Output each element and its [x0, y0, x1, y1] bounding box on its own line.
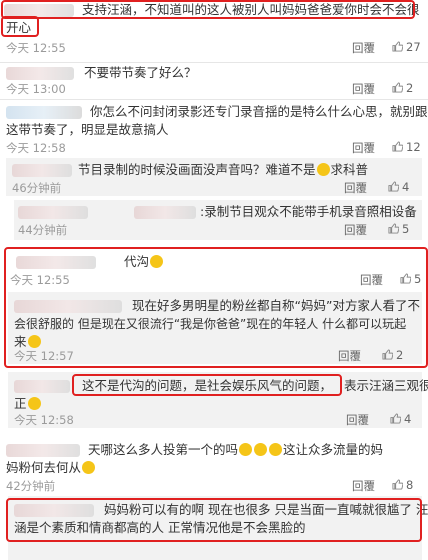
emoji-icon	[82, 461, 96, 474]
thumbs-up-icon	[392, 479, 403, 490]
like-button[interactable]: 5	[388, 222, 409, 236]
reply-button[interactable]: 回覆	[346, 412, 369, 428]
reply-button[interactable]: 回覆	[344, 180, 367, 196]
reply-button[interactable]: 回覆	[352, 140, 375, 156]
blurred-username	[6, 444, 80, 457]
highlight-box	[72, 374, 342, 396]
comment-text: 表示汪涵三观很	[344, 378, 428, 393]
like-button[interactable]: 8	[392, 478, 413, 492]
comment-3: 你怎么不问封闭录影还专门录音揺的是特么什么心思，就别跟 这带节奏了，明显是故意搞…	[0, 100, 428, 156]
highlight-box	[6, 498, 422, 542]
timestamp: 今天 12:55	[6, 41, 66, 55]
emoji-icon	[254, 443, 268, 456]
highlight-box	[1, 0, 415, 19]
reply-button[interactable]: 回覆	[352, 478, 375, 494]
comment-1: 支持汪涵，不知道叫的这人被别人叫妈妈爸爸爱你时会不会很 开心 今天 12:55 …	[0, 0, 428, 62]
thumbs-up-icon	[388, 181, 399, 192]
like-button[interactable]: 12	[392, 140, 421, 154]
comment-text: :录制节目观众不能带手机录音照相设备	[200, 204, 417, 219]
blurred-username	[134, 206, 196, 219]
thumbs-up-icon	[392, 41, 403, 52]
nested-reply-1: 节目录制的时候没画面没声音吗？难道不是 求科普 46分钟前 回覆 4	[6, 158, 422, 196]
highlight-box	[4, 247, 428, 368]
comment-9: 天哪这么多人投第一个的吗 这让众多流量的妈 妈粉何去何从 42分钟前 回覆 8	[0, 436, 428, 493]
timestamp: 今天 13:00	[6, 82, 66, 96]
thumbs-up-icon	[388, 223, 399, 234]
blurred-username	[18, 206, 88, 219]
highlight-box	[1, 16, 39, 37]
comment-text: 正	[14, 394, 42, 414]
like-button[interactable]: 2	[392, 81, 413, 95]
reply-button[interactable]: 回覆	[352, 81, 375, 97]
comment-text: 天哪这么多人投第一个的吗 这让众多流量的妈	[88, 442, 384, 457]
emoji-icon	[239, 443, 253, 456]
comment-8: 这不是代沟的问题，是社会娱乐风气的问题， 表示汪涵三观很 正 今天 12:58 …	[8, 372, 428, 428]
thumbs-up-icon	[392, 82, 403, 93]
like-button[interactable]: 4	[390, 412, 411, 426]
blurred-username	[6, 67, 74, 80]
emoji-icon	[316, 163, 330, 176]
reply-button[interactable]: 回覆	[352, 40, 375, 56]
thumbs-up-icon	[392, 141, 403, 152]
comment-text: 这带节奏了，明显是故意搞人	[6, 122, 169, 137]
comment-text: 节目录制的时候没画面没声音吗？难道不是 求科普	[78, 162, 369, 177]
emoji-icon	[269, 443, 283, 456]
comment-text: 你怎么不问封闭录影还专门录音揺的是特么什么心思，就别跟	[90, 104, 428, 119]
comment-text: 妈粉何去何从	[6, 458, 96, 478]
nested-reply-2: :录制节目观众不能带手机录音照相设备 44分钟前 回覆 5	[14, 200, 422, 240]
blurred-username	[14, 380, 70, 393]
timestamp: 44分钟前	[18, 223, 68, 237]
timestamp: 46分钟前	[12, 181, 62, 195]
like-button[interactable]: 27	[392, 40, 421, 54]
comment-10: 妈妈粉可以有的啊 现在也很多 只是当面一直喊就很尴了 汪 涵是个素质和情商都高的…	[6, 496, 428, 560]
comment-text: 不要带节奏了好么？	[84, 65, 197, 80]
emoji-icon	[27, 397, 41, 410]
like-button[interactable]: 4	[388, 180, 409, 194]
timestamp: 42分钟前	[6, 479, 56, 493]
timestamp: 今天 12:58	[14, 413, 74, 427]
thumbs-up-icon	[390, 413, 401, 424]
blurred-username	[12, 164, 72, 177]
timestamp: 今天 12:58	[6, 141, 66, 155]
reply-button[interactable]: 回覆	[344, 222, 367, 238]
comment-2: 不要带节奏了好么？ 今天 13:00 回覆 2	[0, 63, 428, 98]
blurred-username	[6, 106, 82, 119]
